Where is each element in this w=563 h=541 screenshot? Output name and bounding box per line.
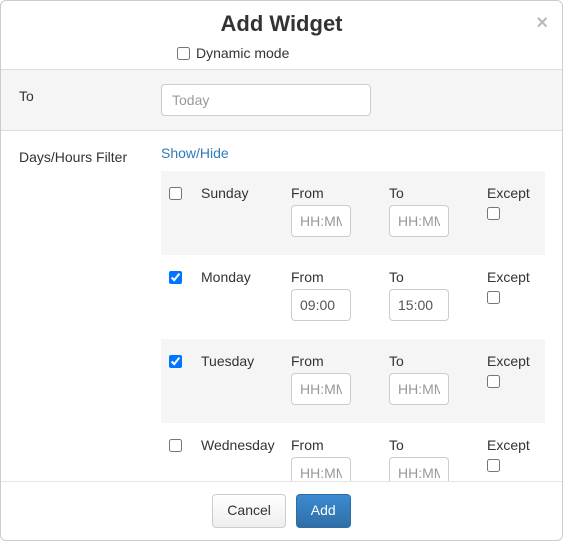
to-input[interactable] bbox=[389, 373, 449, 405]
modal-footer: Cancel Add bbox=[1, 481, 562, 540]
cancel-button[interactable]: Cancel bbox=[212, 494, 286, 528]
day-name: Wednesday bbox=[201, 437, 281, 453]
to-header: To bbox=[389, 185, 477, 201]
except-checkbox[interactable] bbox=[487, 207, 500, 220]
days-hours-filter-group: Days/Hours Filter Show/Hide Sunday From To… bbox=[1, 130, 562, 481]
to-label: To bbox=[19, 84, 161, 104]
from-header: From bbox=[291, 269, 379, 285]
day-name: Sunday bbox=[201, 185, 281, 201]
to-input[interactable] bbox=[389, 289, 449, 321]
from-input[interactable] bbox=[291, 205, 351, 237]
modal-header: Add Widget × bbox=[1, 1, 562, 43]
dynamic-mode-label: Dynamic mode bbox=[196, 45, 289, 61]
day-row-monday: Monday From To Except bbox=[161, 255, 545, 339]
to-input[interactable] bbox=[161, 84, 371, 116]
day-row-tuesday: Tuesday From To Except bbox=[161, 339, 545, 423]
day-enable-checkbox[interactable] bbox=[169, 187, 182, 200]
to-input[interactable] bbox=[389, 205, 449, 237]
except-header: Except bbox=[487, 437, 537, 453]
except-header: Except bbox=[487, 185, 537, 201]
close-icon[interactable]: × bbox=[536, 13, 548, 33]
to-header: To bbox=[389, 269, 477, 285]
from-header: From bbox=[291, 353, 379, 369]
from-header: From bbox=[291, 185, 379, 201]
except-header: Except bbox=[487, 353, 537, 369]
to-header: To bbox=[389, 353, 477, 369]
from-header: From bbox=[291, 437, 379, 453]
from-input[interactable] bbox=[291, 373, 351, 405]
to-field-group: To bbox=[1, 69, 562, 130]
except-checkbox[interactable] bbox=[487, 291, 500, 304]
from-input[interactable] bbox=[291, 289, 351, 321]
to-input[interactable] bbox=[389, 457, 449, 481]
day-enable-checkbox[interactable] bbox=[169, 355, 182, 368]
add-widget-modal: Add Widget × Dynamic mode To Days/Hours … bbox=[0, 0, 563, 541]
dynamic-mode-checkbox[interactable] bbox=[177, 47, 190, 60]
day-name: Tuesday bbox=[201, 353, 281, 369]
dynamic-mode-row: Dynamic mode bbox=[177, 43, 562, 69]
day-row-sunday: Sunday From To Except bbox=[161, 171, 545, 255]
except-header: Except bbox=[487, 269, 537, 285]
modal-body[interactable]: Dynamic mode To Days/Hours Filter Show/H… bbox=[1, 43, 562, 481]
day-enable-checkbox[interactable] bbox=[169, 271, 182, 284]
days-table: SundayFromToExceptMondayFromToExceptTues… bbox=[161, 171, 545, 481]
days-hours-label: Days/Hours Filter bbox=[19, 145, 161, 165]
show-hide-toggle[interactable]: Show/Hide bbox=[161, 145, 229, 161]
except-checkbox[interactable] bbox=[487, 459, 500, 472]
except-checkbox[interactable] bbox=[487, 375, 500, 388]
day-row-wednesday: Wednesday From To Except bbox=[161, 423, 545, 481]
modal-title: Add Widget bbox=[16, 11, 547, 37]
day-name: Monday bbox=[201, 269, 281, 285]
add-button[interactable]: Add bbox=[296, 494, 351, 528]
day-enable-checkbox[interactable] bbox=[169, 439, 182, 452]
to-header: To bbox=[389, 437, 477, 453]
from-input[interactable] bbox=[291, 457, 351, 481]
